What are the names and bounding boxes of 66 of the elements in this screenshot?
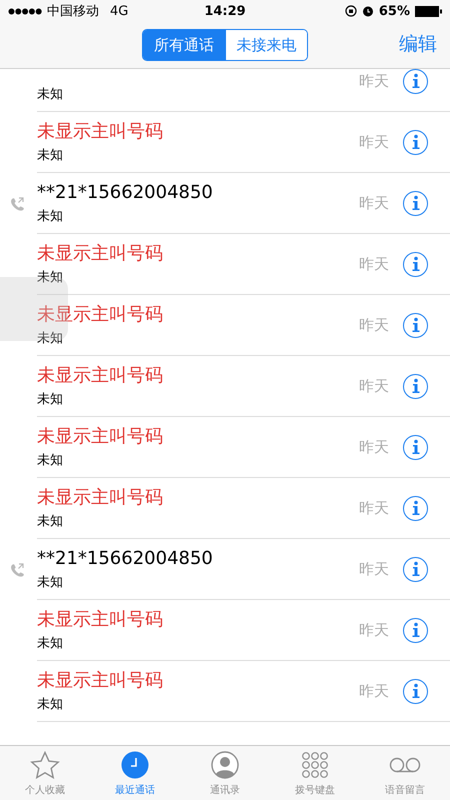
filter-segment[interactable]: 所有通话 [143, 30, 225, 60]
caller-name: 未显示主叫号码 [37, 608, 164, 630]
info-button[interactable] [403, 190, 428, 216]
caller-label: 未知 [37, 86, 64, 102]
clock-icon [121, 751, 149, 779]
call-date: 昨天 [359, 498, 389, 518]
call-date: 昨天 [359, 316, 389, 334]
info-button[interactable] [403, 678, 428, 704]
info-button[interactable] [403, 252, 428, 276]
battery-percent: 65% [378, 4, 410, 18]
caller-name: 未显示主叫号码 [37, 486, 164, 508]
signal-icon [8, 8, 42, 14]
caller-name: **21*15662004850 [37, 548, 214, 570]
caller-name: 未显示主叫号码 [37, 304, 164, 326]
call-date: 昨天 [359, 560, 389, 578]
info-button[interactable] [403, 69, 428, 94]
info-button[interactable] [403, 496, 428, 520]
keypad-icon [302, 752, 328, 778]
star-icon [30, 751, 60, 779]
edit-button[interactable]: 编辑 [399, 31, 437, 57]
call-date: 昨天 [359, 132, 389, 152]
alarm-icon [362, 5, 374, 17]
info-button[interactable] [403, 618, 428, 642]
caller-label: 未知 [37, 452, 64, 468]
info-button[interactable] [403, 374, 428, 398]
info-button[interactable] [403, 434, 428, 460]
caller-label: 未知 [37, 574, 64, 590]
caller-name: **21*15662004850 [37, 182, 214, 204]
call-date: 昨天 [359, 682, 389, 700]
call-date: 昨天 [359, 438, 389, 456]
call-date: 昨天 [359, 620, 389, 640]
tab-bar-item[interactable]: 拨号键盘 [270, 746, 360, 800]
network-type: 4G [110, 4, 128, 18]
caller-label: 未知 [37, 636, 64, 652]
caller-label: 未知 [37, 514, 64, 530]
caller-label: 未知 [37, 148, 64, 164]
carrier-name: 中国移动 [47, 3, 99, 20]
call-date: 昨天 [359, 194, 389, 212]
person-icon [211, 751, 239, 779]
caller-name: 未显示主叫号码 [37, 426, 164, 448]
filter-segment[interactable]: 未接来电 [225, 30, 307, 60]
call-date: 昨天 [359, 72, 389, 90]
tab-bar-item[interactable]: 个人收藏 [0, 746, 90, 800]
rotation-lock-icon [344, 5, 357, 17]
info-button[interactable] [403, 312, 428, 338]
info-button[interactable] [403, 130, 428, 154]
tab-bar-item[interactable]: 语音留言 [360, 746, 450, 800]
info-button[interactable] [403, 556, 428, 582]
tab-bar-item[interactable]: 最近通话 [90, 746, 180, 800]
battery-icon [415, 6, 442, 16]
outgoing-call-icon [10, 562, 24, 576]
voicemail-icon [389, 757, 421, 773]
caller-name: 未显示主叫号码 [37, 242, 164, 264]
caller-label: 未知 [37, 330, 64, 346]
outgoing-call-icon [10, 196, 24, 210]
call-date: 昨天 [359, 254, 389, 274]
caller-name: 未显示主叫号码 [37, 120, 164, 142]
caller-label: 未知 [37, 392, 64, 408]
caller-name: 未显示主叫号码 [37, 364, 164, 386]
caller-label: 未知 [37, 270, 64, 286]
caller-name: 未显示主叫号码 [37, 670, 164, 692]
tab-bar-item[interactable]: 通讯录 [180, 746, 270, 800]
caller-label: 未知 [37, 208, 64, 224]
caller-label: 未知 [37, 696, 64, 712]
call-date: 昨天 [359, 376, 389, 396]
status-time: 14:29 [204, 4, 246, 18]
